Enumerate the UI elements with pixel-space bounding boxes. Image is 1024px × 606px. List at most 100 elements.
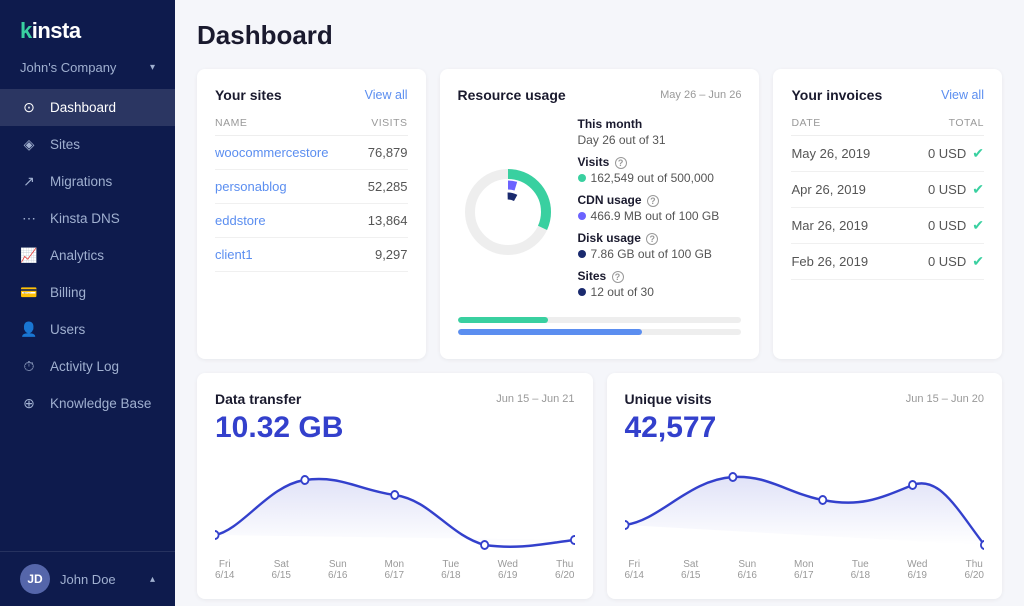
activity-log-icon: ⏱	[20, 358, 38, 375]
invoice-amount: 0 USD ✔	[928, 253, 984, 270]
site-link[interactable]: personablog	[215, 179, 287, 194]
sidebar-item-dashboard[interactable]: ⊙ Dashboard	[0, 89, 175, 126]
sidebar-item-migrations[interactable]: ↗ Migrations	[0, 163, 175, 200]
check-icon: ✔	[972, 181, 984, 198]
user-name: John Doe	[60, 572, 116, 587]
user-info: JD John Doe	[20, 564, 116, 594]
bottom-grid: Data transfer Jun 15 – Jun 21 10.32 GB	[197, 373, 1002, 599]
main-content: Dashboard Your sites View all NAME VISIT…	[175, 0, 1024, 606]
site-link[interactable]: woocommercestore	[215, 145, 328, 160]
stat-this-month: This month Day 26 out of 31	[578, 117, 742, 147]
dot-purple	[578, 212, 586, 220]
x-label: Thu6/20	[555, 559, 574, 581]
unique-visits-date: Jun 15 – Jun 20	[906, 393, 984, 405]
col-date-label: DATE	[791, 117, 820, 129]
invoice-date: Apr 26, 2019	[791, 182, 865, 197]
knowledge-icon: ⊕	[20, 395, 38, 412]
invoices-card-title: Your invoices	[791, 87, 882, 103]
site-link[interactable]: eddstore	[215, 213, 266, 228]
x-label: Fri6/14	[625, 559, 644, 581]
data-transfer-date: Jun 15 – Jun 21	[496, 393, 574, 405]
logo: kinsta	[0, 0, 175, 54]
table-row: client1 9,297	[215, 238, 408, 272]
invoice-header: DATE TOTAL	[791, 117, 984, 136]
resource-card-header: Resource usage May 26 – Jun 26	[458, 87, 742, 103]
invoice-row: Apr 26, 2019 0 USD ✔	[791, 172, 984, 208]
sidebar-item-label: Activity Log	[50, 359, 119, 374]
stat-value: 466.9 MB out of 100 GB	[578, 209, 742, 223]
invoice-row: Feb 26, 2019 0 USD ✔	[791, 244, 984, 280]
sidebar-item-knowledge-base[interactable]: ⊕ Knowledge Base	[0, 385, 175, 422]
x-label: Sat6/15	[272, 559, 291, 581]
company-name: John's Company	[20, 60, 116, 75]
sidebar-item-label: Billing	[50, 285, 86, 300]
donut-chart	[458, 162, 558, 262]
unique-visits-title: Unique visits	[625, 391, 712, 407]
sidebar-item-sites[interactable]: ◈ Sites	[0, 126, 175, 163]
x-label: Sat6/15	[681, 559, 700, 581]
x-label: Mon6/17	[385, 559, 404, 581]
help-icon[interactable]: ?	[646, 233, 658, 245]
dot-navy	[578, 288, 586, 296]
stat-label: Disk usage ?	[578, 231, 742, 245]
donut-svg	[458, 162, 558, 262]
avatar: JD	[20, 564, 50, 594]
sidebar-item-billing[interactable]: 💳 Billing	[0, 274, 175, 311]
stat-cdn: CDN usage ? 466.9 MB out of 100 GB	[578, 193, 742, 223]
x-axis: Fri6/14 Sat6/15 Sun6/16 Mon6/17 Tue6/18 …	[625, 559, 985, 581]
billing-icon: 💳	[20, 284, 38, 301]
stat-label: Sites ?	[578, 269, 742, 283]
logo-text: kinsta	[20, 18, 81, 44]
data-transfer-value: 10.32 GB	[215, 411, 575, 445]
visits-progress	[458, 317, 742, 323]
sites-view-all[interactable]: View all	[365, 88, 408, 102]
help-icon[interactable]: ?	[612, 271, 624, 283]
sidebar-item-analytics[interactable]: 📈 Analytics	[0, 237, 175, 274]
dot-teal	[578, 174, 586, 182]
sites-card-title: Your sites	[215, 87, 282, 103]
dashboard-icon: ⊙	[20, 99, 38, 116]
help-icon[interactable]: ?	[615, 157, 627, 169]
invoices-card: Your invoices View all DATE TOTAL May 26…	[773, 69, 1002, 359]
company-selector[interactable]: John's Company ▾	[0, 54, 175, 89]
invoices-view-all[interactable]: View all	[941, 88, 984, 102]
users-icon: 👤	[20, 321, 38, 338]
invoice-table: DATE TOTAL May 26, 2019 0 USD ✔ Apr 26, …	[791, 117, 984, 280]
sidebar-item-activity-log[interactable]: ⏱ Activity Log	[0, 348, 175, 385]
sidebar-item-kinsta-dns[interactable]: ⋯ Kinsta DNS	[0, 200, 175, 237]
stat-sites: Sites ? 12 out of 30	[578, 269, 742, 299]
sidebar-item-label: Migrations	[50, 174, 112, 189]
invoice-row: Mar 26, 2019 0 USD ✔	[791, 208, 984, 244]
migrations-icon: ↗	[20, 173, 38, 190]
top-grid: Your sites View all NAME VISITS woocomme…	[197, 69, 1002, 359]
sidebar-item-users[interactable]: 👤 Users	[0, 311, 175, 348]
col-total-label: TOTAL	[949, 117, 984, 129]
sites-card-header: Your sites View all	[215, 87, 408, 103]
x-label: Mon6/17	[794, 559, 813, 581]
data-transfer-header: Data transfer Jun 15 – Jun 21	[215, 391, 575, 407]
sidebar-item-label: Dashboard	[50, 100, 116, 115]
sidebar-item-label: Analytics	[50, 248, 104, 263]
site-link[interactable]: client1	[215, 247, 253, 262]
stat-label: This month	[578, 117, 742, 131]
invoice-date: Feb 26, 2019	[791, 254, 868, 269]
check-icon: ✔	[972, 145, 984, 162]
unique-visits-value: 42,577	[625, 411, 985, 445]
stat-visits: Visits ? 162,549 out of 500,000	[578, 155, 742, 185]
unique-visits-header: Unique visits Jun 15 – Jun 20	[625, 391, 985, 407]
help-icon[interactable]: ?	[647, 195, 659, 207]
sidebar: kinsta John's Company ▾ ⊙ Dashboard ◈ Si…	[0, 0, 175, 606]
x-axis: Fri6/14 Sat6/15 Sun6/16 Mon6/17 Tue6/18 …	[215, 559, 575, 581]
stat-value: 12 out of 30	[578, 285, 742, 299]
data-transfer-chart	[215, 455, 575, 555]
sidebar-item-label: Users	[50, 322, 85, 337]
invoice-amount: 0 USD ✔	[928, 145, 984, 162]
x-label: Fri6/14	[215, 559, 234, 581]
unique-visits-chart	[625, 455, 985, 555]
sidebar-footer: JD John Doe ▴	[0, 551, 175, 606]
x-label: Thu6/20	[965, 559, 984, 581]
table-row: eddstore 13,864	[215, 204, 408, 238]
dns-icon: ⋯	[20, 210, 38, 227]
sidebar-item-label: Kinsta DNS	[50, 211, 120, 226]
data-transfer-card: Data transfer Jun 15 – Jun 21 10.32 GB	[197, 373, 593, 599]
